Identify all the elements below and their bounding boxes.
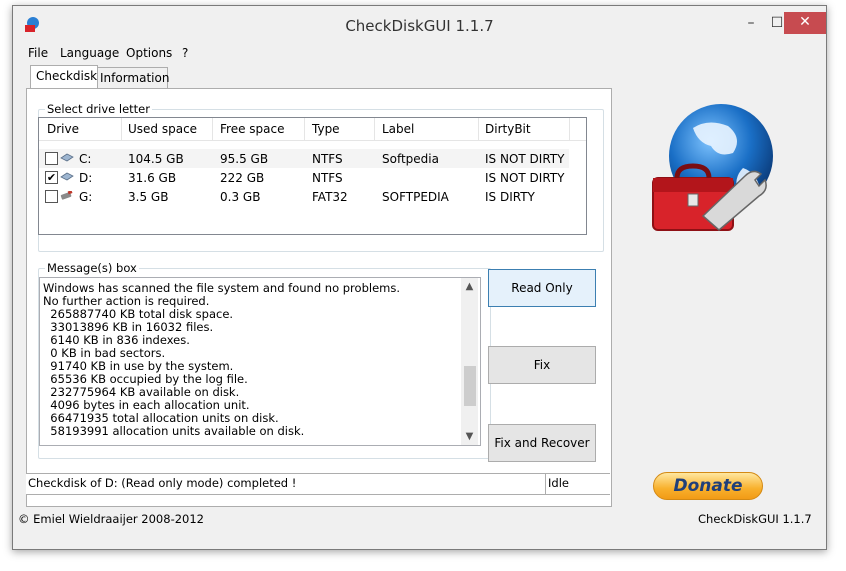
donate-button[interactable]: Donate <box>653 472 763 500</box>
drive-d-checkbox[interactable]: ✔ <box>45 171 58 184</box>
scroll-up-icon[interactable]: ▲ <box>461 278 478 295</box>
volume-label: SOFTPEDIA <box>382 190 449 204</box>
read-only-button[interactable]: Read Only <box>488 269 596 307</box>
scroll-down-icon[interactable]: ▼ <box>461 428 478 445</box>
tab-checkdisk[interactable]: Checkdisk <box>30 65 98 88</box>
drive-c-checkbox[interactable] <box>45 152 58 165</box>
tab-information[interactable]: Information <box>94 67 169 88</box>
globe-toolbox-icon <box>652 104 773 231</box>
free-space: 0.3 GB <box>220 190 261 204</box>
used-space: 31.6 GB <box>128 171 177 185</box>
usb-drive-icon <box>60 191 73 200</box>
drive-row-d[interactable]: ✔ D: 31.6 GB 222 GB NTFS IS NOT DIRTY <box>39 168 569 187</box>
dirty-bit: IS NOT DIRTY <box>485 171 565 185</box>
message-textbox[interactable]: Windows has scanned the file system and … <box>39 277 481 446</box>
drive-group-title: Select drive letter <box>45 102 152 116</box>
menu-language[interactable]: Language <box>60 46 119 60</box>
free-space: 95.5 GB <box>220 152 269 166</box>
menu-file[interactable]: File <box>28 46 48 60</box>
minimize-button[interactable]: – <box>738 12 764 36</box>
drive-letter: G: <box>79 190 93 204</box>
version-text: CheckDiskGUI 1.1.7 <box>698 512 812 526</box>
message-line: 58193991 allocation units available on d… <box>43 424 305 438</box>
col-used-space[interactable]: Used space <box>128 122 197 136</box>
status-bar: Checkdisk of D: (Read only mode) complet… <box>26 473 610 495</box>
drive-row-g[interactable]: G: 3.5 GB 0.3 GB FAT32 SOFTPEDIA IS DIRT… <box>39 187 569 206</box>
fs-type: FAT32 <box>312 190 348 204</box>
drive-list[interactable]: Drive Used space Free space Type Label D… <box>38 117 587 235</box>
col-drive[interactable]: Drive <box>47 122 79 136</box>
message-scrollbar[interactable]: ▲ ▼ <box>461 278 478 445</box>
dirty-bit: IS NOT DIRTY <box>485 152 565 166</box>
used-space: 104.5 GB <box>128 152 184 166</box>
col-type[interactable]: Type <box>312 122 340 136</box>
status-message: Checkdisk of D: (Read only mode) complet… <box>28 476 297 490</box>
col-free-space[interactable]: Free space <box>220 122 284 136</box>
col-label[interactable]: Label <box>382 122 414 136</box>
hard-drive-icon <box>60 172 74 181</box>
fs-type: NTFS <box>312 152 343 166</box>
title-bar: CheckDiskGUI 1.1.7 – ☐ ✕ <box>13 6 826 44</box>
status-state: Idle <box>548 476 569 490</box>
copyright-text: © Emiel Wieldraaijer 2008-2012 <box>18 512 204 526</box>
drive-list-header: Drive Used space Free space Type Label D… <box>39 118 586 141</box>
drive-g-checkbox[interactable] <box>45 190 58 203</box>
drive-letter: C: <box>79 152 92 166</box>
drive-letter: D: <box>79 171 93 185</box>
close-button[interactable]: ✕ <box>784 12 826 34</box>
drive-row-c[interactable]: C: 104.5 GB 95.5 GB NTFS Softpedia IS NO… <box>39 149 569 168</box>
dirty-bit: IS DIRTY <box>485 190 535 204</box>
volume-label: Softpedia <box>382 152 439 166</box>
message-lines: Windows has scanned the file system and … <box>43 282 448 438</box>
fix-and-recover-button[interactable]: Fix and Recover <box>488 424 596 462</box>
message-group-title: Message(s) box <box>45 261 139 275</box>
col-dirtybit[interactable]: DirtyBit <box>485 122 531 136</box>
menu-bar: File Language Options ? <box>13 44 826 64</box>
free-space: 222 GB <box>220 171 265 185</box>
menu-options[interactable]: Options <box>126 46 172 60</box>
menu-help[interactable]: ? <box>182 46 188 60</box>
fs-type: NTFS <box>312 171 343 185</box>
scroll-thumb[interactable] <box>464 366 476 406</box>
fix-button[interactable]: Fix <box>488 346 596 384</box>
used-space: 3.5 GB <box>128 190 169 204</box>
window-title: CheckDiskGUI 1.1.7 <box>345 17 494 35</box>
hard-drive-icon <box>60 153 74 162</box>
